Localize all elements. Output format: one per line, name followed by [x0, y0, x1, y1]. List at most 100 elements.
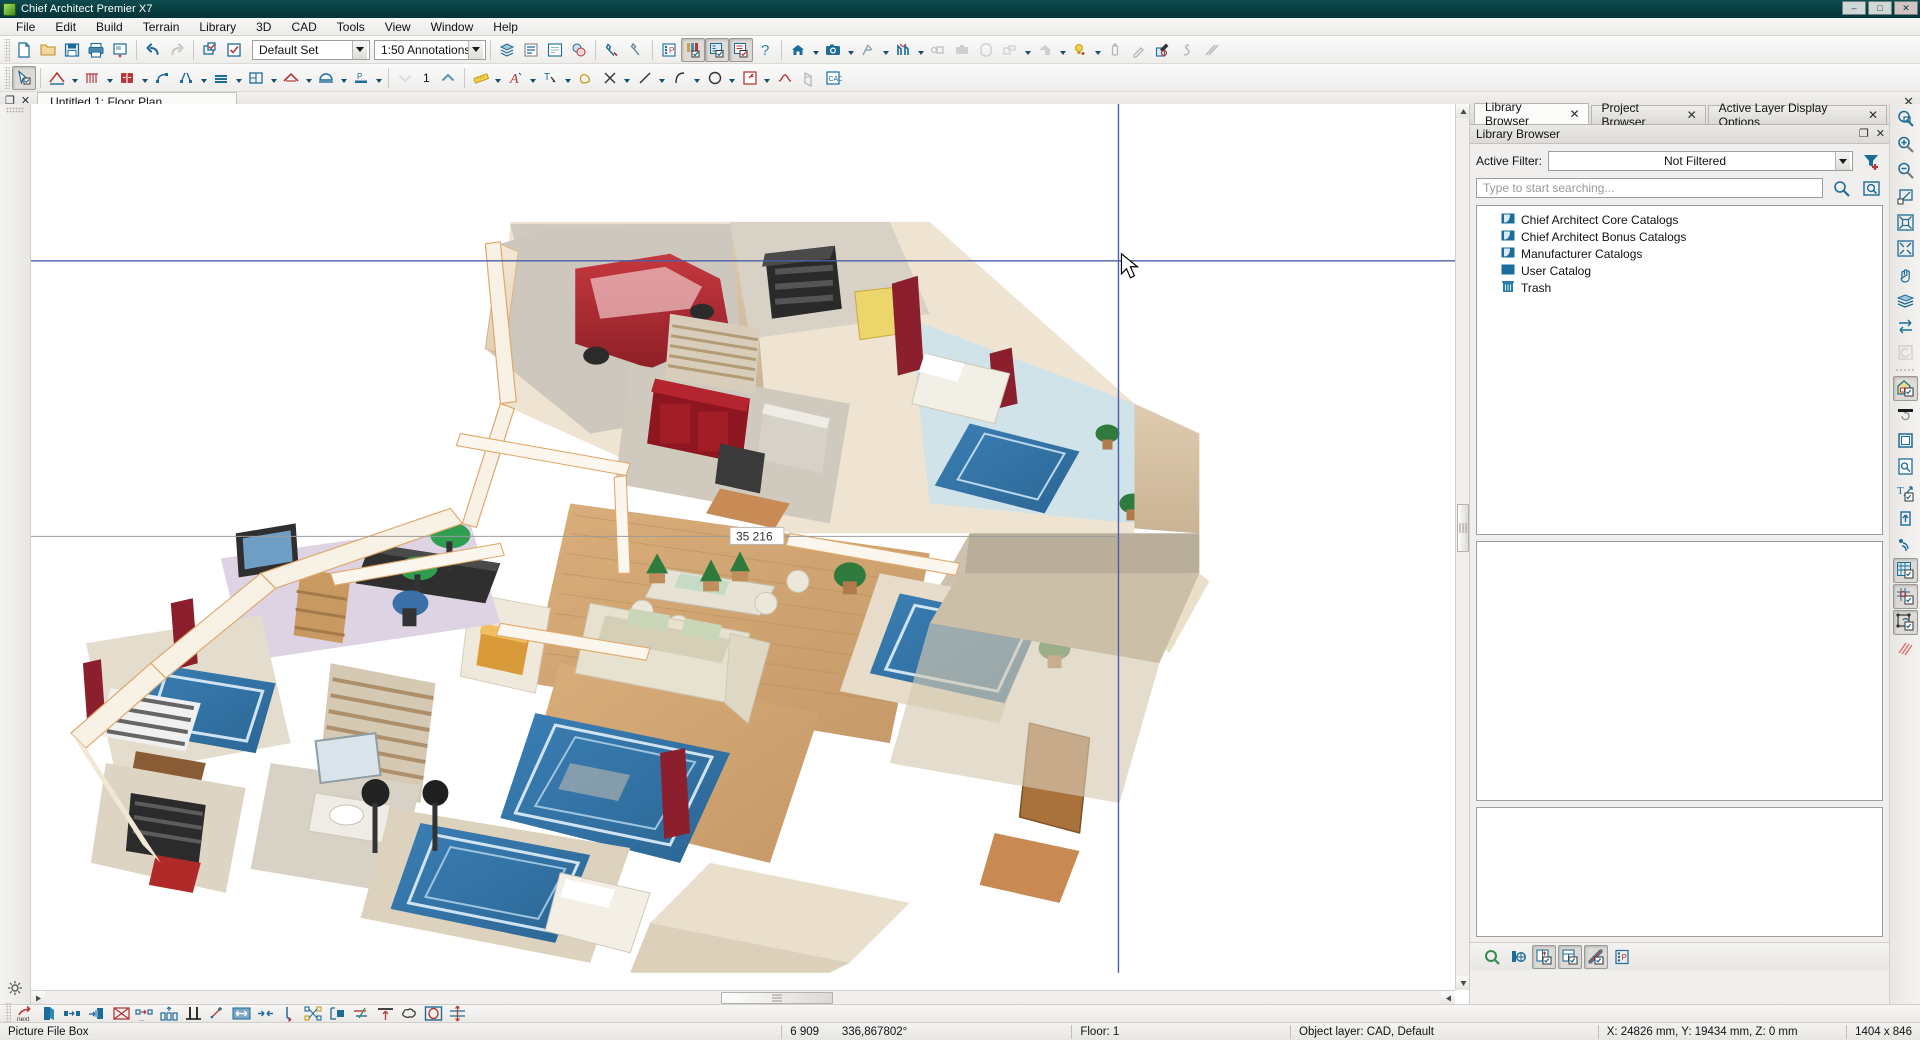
room-dropdown[interactable]	[268, 66, 279, 90]
scroll-up-arrow[interactable]	[1456, 104, 1469, 118]
floor-plan-3d-view[interactable]: 35 216	[31, 104, 1469, 973]
text-angle-button[interactable]: T	[1893, 480, 1918, 505]
tree-item-core-catalogs[interactable]: Chief Architect Core Catalogs	[1477, 211, 1882, 228]
send-to-layout-button[interactable]	[1893, 288, 1918, 313]
chevron-down-icon[interactable]	[1835, 152, 1850, 170]
menu-tools[interactable]: Tools	[327, 19, 375, 35]
close-icon[interactable]: ✕	[1876, 128, 1885, 140]
toolbar-grip-2[interactable]	[4, 66, 10, 89]
zoom-window-button[interactable]	[1893, 106, 1918, 131]
tree-item-bonus-catalogs[interactable]: Chief Architect Bonus Catalogs	[1477, 228, 1882, 245]
refresh-display-button[interactable]	[1893, 340, 1918, 365]
eyedropper-icon[interactable]	[1127, 38, 1151, 62]
active-filter-combo[interactable]: Not Filtered	[1548, 151, 1853, 171]
material-painter-icon[interactable]	[1151, 38, 1175, 62]
camera-icon[interactable]	[821, 38, 845, 62]
text-leader-button[interactable]: T	[539, 66, 563, 90]
display-settings-icon[interactable]	[705, 37, 729, 62]
point-x-button[interactable]	[598, 66, 622, 90]
menu-file[interactable]: File	[6, 19, 45, 35]
spline-button[interactable]	[773, 66, 797, 90]
reference-display-settings-icon[interactable]	[729, 37, 753, 62]
tree-item-user-catalog[interactable]: User Catalog	[1477, 262, 1882, 279]
up-floor-button[interactable]	[436, 66, 460, 90]
show-selection-icon[interactable]	[1558, 944, 1582, 969]
cad-block-button[interactable]	[797, 66, 821, 90]
dimension-dropdown[interactable]	[493, 66, 504, 90]
layers-display-icon[interactable]	[495, 38, 519, 62]
stair-tools-button[interactable]	[209, 66, 233, 90]
arc-tools-button[interactable]	[668, 66, 692, 90]
menu-help[interactable]: Help	[483, 19, 528, 35]
camera-dropdown[interactable]	[845, 38, 856, 62]
grid-snaps-button[interactable]	[1892, 558, 1918, 583]
tab-project-browser[interactable]: Project Browser ✕	[1590, 101, 1706, 129]
search-input[interactable]: Type to start searching...	[1476, 178, 1823, 198]
question-mark-icon[interactable]: ?	[753, 38, 777, 62]
horizontal-scroll-thumb[interactable]	[721, 992, 833, 1004]
print-button[interactable]	[84, 38, 108, 62]
print-preview-rail-button[interactable]	[1893, 454, 1918, 479]
window-dropdown[interactable]	[198, 66, 209, 90]
tree-item-trash[interactable]: Trash	[1477, 279, 1882, 297]
pan-window-button[interactable]	[1893, 262, 1918, 287]
circle-dropdown[interactable]	[727, 66, 738, 90]
railing-dropdown[interactable]	[104, 66, 115, 90]
material-list-icon[interactable]: P	[657, 38, 681, 62]
open-plan-button[interactable]	[36, 38, 60, 62]
canvas-vertical-scrollbar[interactable]	[1455, 104, 1469, 990]
cad-detail-button[interactable]: CAD	[821, 66, 845, 90]
elevation-camera-icon[interactable]	[856, 38, 880, 62]
active-layer-icon[interactable]	[519, 38, 543, 62]
reference-grid-button[interactable]	[1893, 402, 1918, 427]
railing-tools-button[interactable]	[80, 66, 104, 90]
bump-move-button[interactable]	[1893, 506, 1918, 531]
roof-tools-button[interactable]	[279, 66, 303, 90]
magnifier-icon[interactable]	[1829, 176, 1853, 200]
chevron-down-icon[interactable]	[468, 40, 483, 59]
color-toggle-icon[interactable]	[567, 38, 591, 62]
fill-window-building-button[interactable]	[1893, 210, 1918, 235]
wall-dropdown[interactable]	[69, 66, 80, 90]
minimize-button[interactable]: –	[1842, 1, 1866, 15]
edit-area-all-floors-button[interactable]	[222, 38, 246, 62]
zoom-extents-button[interactable]	[1893, 236, 1918, 261]
point-dropdown[interactable]	[622, 66, 633, 90]
line-tools-button[interactable]	[633, 66, 657, 90]
library-tree[interactable]: Chief Architect Core Catalogs Chief Arch…	[1476, 205, 1883, 535]
redo-button[interactable]	[165, 38, 189, 62]
zoom-out-button[interactable]	[1893, 158, 1918, 183]
box-dropdown[interactable]	[762, 66, 773, 90]
electrical-tools-button[interactable]: P	[349, 66, 373, 90]
light-dropdown[interactable]	[1092, 38, 1103, 62]
undo-button[interactable]	[141, 38, 165, 62]
library-search-icon[interactable]	[1480, 945, 1504, 969]
select-objects-button[interactable]	[12, 65, 36, 90]
room-tools-button[interactable]	[244, 66, 268, 90]
wall-tools-button[interactable]	[45, 66, 69, 90]
cabinet-dropdown[interactable]	[139, 66, 150, 90]
line-dropdown[interactable]	[657, 66, 668, 90]
angle-snaps-button[interactable]	[1892, 584, 1918, 609]
arc-dropdown[interactable]	[692, 66, 703, 90]
foundation-tools-button[interactable]	[314, 66, 338, 90]
close-icon[interactable]: ✕	[1687, 109, 1697, 121]
rendering-technique-icon[interactable]	[1199, 38, 1223, 62]
show-preview-icon[interactable]	[1584, 944, 1608, 969]
maximize-button[interactable]: □	[1868, 1, 1892, 15]
tree-item-manufacturer-catalogs[interactable]: Manufacturer Catalogs	[1477, 245, 1882, 262]
glass-house-icon[interactable]	[974, 38, 998, 62]
plan-canvas[interactable]: 35 216	[31, 104, 1469, 1004]
default-set-combo[interactable]: Default Set	[252, 39, 370, 60]
framing-overview-icon[interactable]	[950, 38, 974, 62]
door-tools-button[interactable]	[150, 66, 174, 90]
fill-window-button[interactable]	[1893, 184, 1918, 209]
left-rail-grip[interactable]	[6, 107, 24, 113]
dollhouse-view-icon[interactable]	[926, 38, 950, 62]
close-button[interactable]: ✕	[1894, 1, 1918, 15]
cabinet-tools-button[interactable]	[115, 66, 139, 90]
box-tools-button[interactable]	[738, 66, 762, 90]
vertical-scroll-thumb[interactable]	[1457, 504, 1469, 552]
text-dropdown[interactable]	[528, 66, 539, 90]
reference-display-icon[interactable]	[543, 38, 567, 62]
